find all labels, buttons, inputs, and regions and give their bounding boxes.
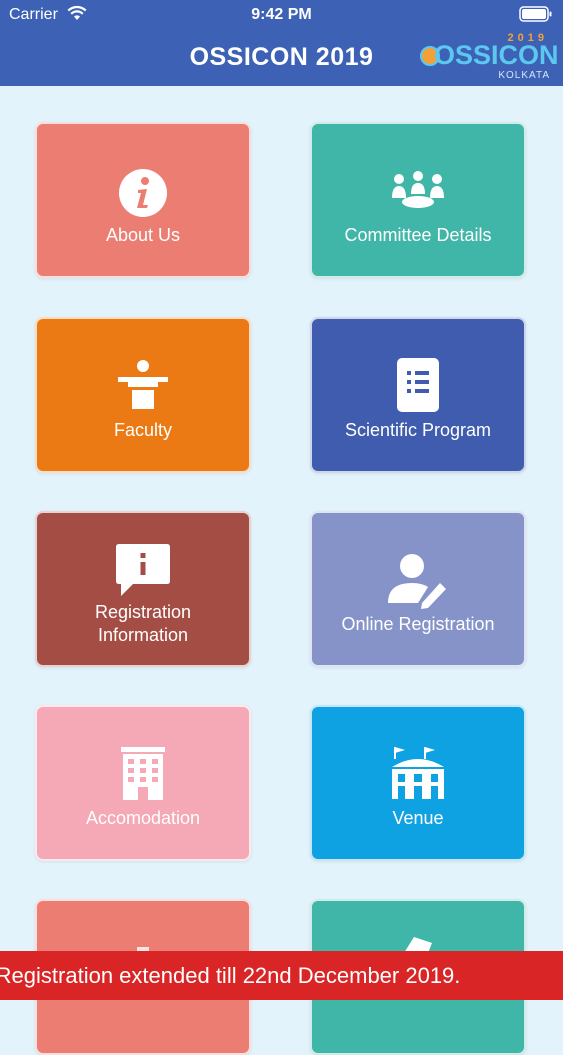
tile-label: Accomodation bbox=[85, 808, 201, 828]
battery-icon bbox=[519, 6, 552, 22]
accomodation-tile[interactable]: Accomodation bbox=[35, 705, 251, 861]
marquee-text: rd Registration extended till 22nd Decem… bbox=[0, 963, 461, 988]
committee-icon bbox=[392, 171, 444, 208]
committee-details-tile[interactable]: Committee Details bbox=[310, 122, 526, 278]
tile-label: About Us bbox=[105, 225, 181, 245]
app-header: Carrier 9:42 PM OSSICON 2019 2019 OSSICO… bbox=[0, 0, 563, 86]
tile-label: Committee Details bbox=[344, 225, 492, 245]
announcement-marquee[interactable]: rd Registration extended till 22nd Decem… bbox=[0, 951, 563, 1000]
venue-tile[interactable]: Venue bbox=[310, 705, 526, 861]
tile-label-line1: Registration bbox=[94, 602, 192, 622]
info-icon bbox=[119, 169, 167, 217]
hotel-icon bbox=[121, 747, 165, 800]
user-edit-icon bbox=[388, 554, 446, 609]
logo-word: OSSICON bbox=[434, 40, 559, 70]
status-bar: Carrier 9:42 PM bbox=[0, 0, 563, 30]
clock: 9:42 PM bbox=[251, 6, 312, 23]
partial-icon bbox=[404, 937, 432, 953]
document-list-icon bbox=[397, 358, 439, 412]
podium-icon bbox=[118, 360, 168, 409]
info-chat-icon bbox=[116, 544, 170, 596]
logo-city: KOLKATA bbox=[498, 70, 550, 81]
online-registration-tile[interactable]: Online Registration bbox=[310, 511, 526, 667]
conference-logo: 2019 OSSICON KOLKATA bbox=[418, 32, 559, 84]
building-icon bbox=[392, 747, 444, 799]
tile-label: Faculty bbox=[113, 420, 173, 440]
scientific-program-tile[interactable]: Scientific Program bbox=[310, 317, 526, 473]
registration-information-tile[interactable]: Registration Information bbox=[35, 511, 251, 667]
faculty-tile[interactable]: Faculty bbox=[35, 317, 251, 473]
tile-label: Venue bbox=[392, 808, 444, 828]
about-us-tile[interactable]: About Us bbox=[35, 122, 251, 278]
tile-label: Online Registration bbox=[341, 614, 495, 634]
tile-label: Scientific Program bbox=[344, 420, 492, 440]
tile-label-line2: Information bbox=[97, 625, 189, 645]
